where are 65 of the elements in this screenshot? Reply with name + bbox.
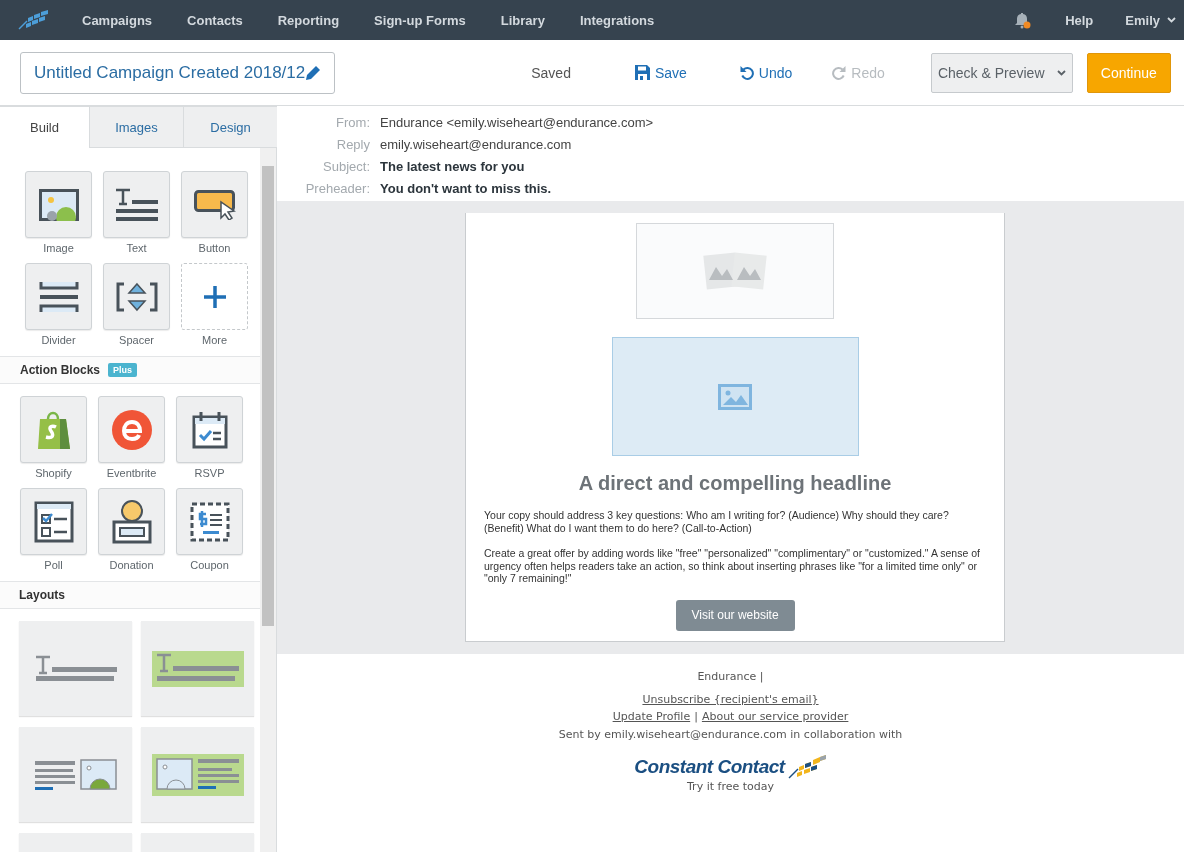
- company-name: Endurance |: [697, 669, 764, 683]
- plus-badge: Plus: [108, 363, 138, 377]
- sidebar-tab[interactable]: Design: [183, 107, 277, 148]
- bell-icon[interactable]: [1014, 11, 1032, 29]
- user-menu[interactable]: Emily: [1125, 12, 1176, 28]
- campaign-name-field[interactable]: Untitled Campaign Created 2018/12: [20, 51, 336, 94]
- divider-icon: [38, 279, 79, 314]
- layout-tile[interactable]: [19, 727, 132, 822]
- field-label: Preheader:: [304, 181, 370, 196]
- sent-by-text: Sent by emily.wiseheart@endurance.com in collaboration with: [558, 727, 903, 741]
- scrollbar[interactable]: [260, 148, 276, 852]
- field-label: From:: [335, 115, 370, 130]
- undo-icon: [739, 65, 754, 80]
- nav-link[interactable]: Contacts: [187, 12, 259, 28]
- separator: |: [694, 709, 698, 723]
- unsubscribe-link[interactable]: Unsubscribe {recipient's email}: [642, 692, 819, 706]
- layout-tile[interactable]: [141, 621, 254, 716]
- update-profile-link[interactable]: Update Profile: [612, 709, 691, 723]
- visit-website-button[interactable]: Visit our website: [675, 599, 795, 631]
- chevron-down-icon: [1167, 17, 1176, 23]
- section-title: Action Blocks: [20, 363, 100, 377]
- image-icon: [718, 383, 752, 410]
- eventbrite-icon: [110, 408, 153, 451]
- spacer-icon: [115, 280, 158, 313]
- nav-link[interactable]: Integrations: [579, 12, 671, 28]
- tagline: Try it free today: [687, 779, 774, 793]
- chevron-down-icon: [1056, 69, 1066, 76]
- body-paragraph: Create a great offer by adding words like "free" "personalized" "complimentary" or "customized." A sense of urgency often helps readers take an action, so think about inserting phrases like "for a limited time only" or "only 7 remaining!": [484, 547, 981, 585]
- image-icon: [38, 188, 79, 221]
- field-value: Endurance <emily.wiseheart@endurance.com>: [380, 115, 655, 130]
- logo-icon: [786, 754, 827, 779]
- checklist-icon: [33, 500, 74, 543]
- help-link[interactable]: Help: [1059, 11, 1100, 29]
- pencil-icon: [305, 64, 323, 81]
- logo-icon[interactable]: [18, 10, 50, 30]
- sidebar-tab[interactable]: Images: [89, 107, 183, 148]
- save-button[interactable]: Save: [634, 64, 687, 81]
- undo-button[interactable]: Undo: [739, 64, 793, 81]
- body-paragraph: Your copy should address 3 key questions: Who am I writing for? (Audience) Why should they care? (Benefit) What do I want them to do here? (Call-to-Action): [484, 509, 950, 534]
- photos-icon: [703, 250, 767, 292]
- nav-link[interactable]: Reporting: [277, 12, 356, 28]
- donation-box-icon: [111, 499, 152, 544]
- calendar-icon: [191, 410, 228, 449]
- save-status: Saved: [531, 64, 571, 81]
- save-icon: [634, 65, 650, 80]
- layout-tile[interactable]: [19, 621, 132, 716]
- email-headline: A direct and compelling headline: [578, 472, 892, 495]
- field-label: Reply: [335, 137, 370, 152]
- button-icon: [193, 189, 236, 220]
- redo-icon: [832, 65, 847, 80]
- field-value: emily.wiseheart@endurance.com: [380, 137, 573, 152]
- nav-link[interactable]: Sign-up Forms: [374, 12, 482, 28]
- coupon-icon: [189, 501, 230, 542]
- plus-icon: [202, 284, 227, 309]
- check-preview-button[interactable]: Check & Preview: [930, 52, 1073, 93]
- section-title: Layouts: [19, 588, 65, 602]
- brand-logo-text: Constant Contact: [634, 755, 785, 778]
- service-provider-link[interactable]: About our service provider: [701, 709, 849, 723]
- nav-link[interactable]: Library: [500, 12, 561, 28]
- nav-link[interactable]: Campaigns: [82, 12, 169, 28]
- text-icon: [113, 187, 160, 222]
- layout-tile[interactable]: [141, 727, 254, 822]
- field-label: Subject:: [322, 159, 370, 174]
- field-value: You don't want to miss this.: [380, 181, 553, 196]
- field-value: The latest news for you: [380, 159, 526, 174]
